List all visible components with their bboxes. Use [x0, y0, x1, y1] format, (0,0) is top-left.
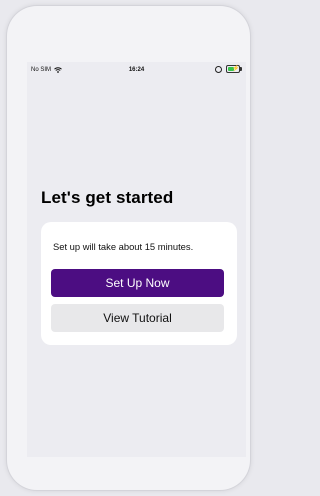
set-up-now-button[interactable]: Set Up Now — [51, 269, 224, 297]
page-title: Let's get started — [41, 188, 174, 207]
phone-frame: No SIM 16:24 ⚡ Let's get started Set up … — [7, 6, 250, 490]
setup-description: Set up will take about 15 minutes. — [53, 241, 194, 252]
status-right: ⚡ — [215, 65, 242, 73]
app-screen: No SIM 16:24 ⚡ Let's get started Set up … — [27, 62, 246, 457]
battery-charging-icon: ⚡ — [226, 65, 242, 73]
view-tutorial-button[interactable]: View Tutorial — [51, 304, 224, 332]
status-time: 16:24 — [128, 67, 145, 73]
setup-card: Set up will take about 15 minutes. Set U… — [41, 222, 237, 345]
status-bar: No SIM 16:24 ⚡ — [27, 62, 246, 78]
alarm-icon — [215, 65, 222, 73]
